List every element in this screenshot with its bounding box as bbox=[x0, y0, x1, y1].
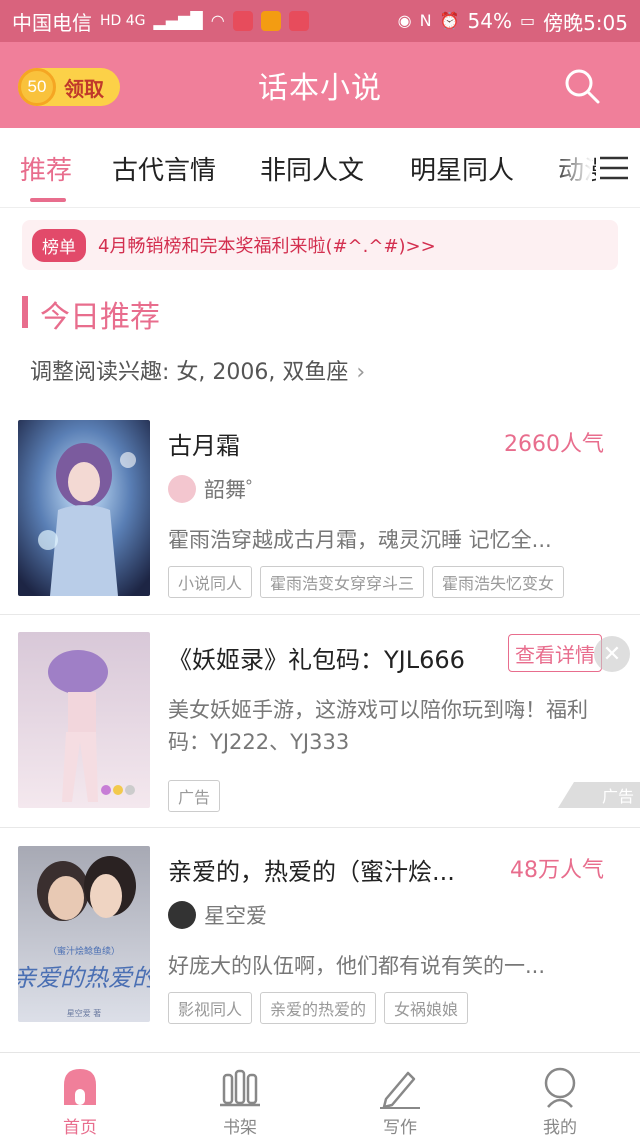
nav-label: 书架 bbox=[223, 1118, 257, 1138]
author-name: 韶舞゜ bbox=[204, 478, 267, 502]
ad-tag: 广告 bbox=[168, 780, 221, 812]
menu-icon[interactable] bbox=[596, 150, 632, 186]
ad-image bbox=[18, 632, 150, 808]
tag[interactable]: 女祸娘娘 bbox=[384, 992, 469, 1024]
notice-text: 4月畅销榜和完本奖福利来啦(#^.^#)>> bbox=[98, 236, 436, 257]
profile-icon bbox=[544, 1067, 576, 1108]
status-bar: 中国电信 HD 4G ▂▄▆█ ◠ ◉ N ⏰ 54% ▭ 傍晚5:05 bbox=[0, 0, 640, 42]
nav-write[interactable]: 写作 bbox=[320, 1053, 480, 1138]
active-tab-indicator bbox=[30, 198, 66, 202]
clock: 傍晚5:05 bbox=[543, 10, 628, 35]
book-cover bbox=[18, 420, 150, 596]
ad-description: 美女妖姬手游，这游戏可以陪你玩到嗨！福利码：YJ222、YJ333 bbox=[168, 698, 588, 754]
reward-button[interactable]: 50 领取 bbox=[18, 68, 120, 106]
tab-recommend[interactable]: 推荐 bbox=[20, 150, 72, 187]
page-title: 话本小说 bbox=[258, 71, 382, 106]
book-tags: 影视同人 亲爱的热爱的 女祸娘娘 bbox=[168, 992, 469, 1024]
search-icon[interactable] bbox=[562, 66, 602, 106]
signal-icon: ▂▄▆█ bbox=[153, 11, 203, 30]
ad-title: 《妖姬录》礼包码：YJL666 bbox=[168, 646, 465, 674]
section-title: 今日推荐 bbox=[40, 300, 160, 335]
book-card[interactable]: （蜜汁烩鲶鱼续） 亲爱的热爱的 星空爱 著 亲爱的，热爱的（蜜汁烩... 48万… bbox=[0, 828, 640, 1038]
bottom-navigation: 首页 书架 写作 我的 bbox=[0, 1052, 640, 1138]
tag[interactable]: 亲爱的热爱的 bbox=[260, 992, 377, 1024]
nav-label: 写作 bbox=[383, 1118, 417, 1138]
cover-author: 星空爱 著 bbox=[67, 1008, 102, 1018]
tabs-fade bbox=[552, 140, 592, 196]
reward-label: 领取 bbox=[64, 76, 104, 101]
book-tags: 小说同人 霍雨浩变女穿穿斗三 霍雨浩失忆变女 bbox=[168, 566, 565, 598]
pen-icon bbox=[380, 1071, 420, 1109]
nav-bookshelf[interactable]: 书架 bbox=[160, 1053, 320, 1138]
interest-text: 调整阅读兴趣: 女, 2006, 双鱼座 bbox=[30, 360, 349, 385]
ranking-notice[interactable]: 榜单 4月畅销榜和完本奖福利来啦(#^.^#)>> bbox=[22, 220, 618, 270]
book-title: 古月霜 bbox=[168, 432, 240, 460]
book-description: 好庞大的队伍啊，他们都有说有笑的一... bbox=[168, 954, 546, 978]
book-cover: （蜜汁烩鲶鱼续） 亲爱的热爱的 星空爱 著 bbox=[18, 846, 150, 1022]
tag[interactable]: 霍雨浩变女穿穿斗三 bbox=[260, 566, 425, 598]
app-notification-icon bbox=[260, 11, 281, 31]
book-description: 霍雨浩穿越成古月霜，魂灵沉睡 记忆全... bbox=[168, 528, 552, 552]
home-icon bbox=[64, 1069, 96, 1105]
network-label: HD 4G bbox=[100, 13, 146, 29]
book-popularity: 2660人气 bbox=[504, 432, 604, 457]
tag[interactable]: 影视同人 bbox=[168, 992, 253, 1024]
alarm-icon: ⏰ bbox=[439, 11, 460, 30]
eye-icon: ◉ bbox=[397, 11, 412, 30]
book-author[interactable]: 星空爱 bbox=[168, 900, 267, 930]
book-author[interactable]: 韶舞゜ bbox=[168, 474, 267, 504]
interest-settings-link[interactable]: 调整阅读兴趣: 女, 2006, 双鱼座 › bbox=[30, 354, 365, 386]
avatar bbox=[168, 901, 196, 929]
nav-home[interactable]: 首页 bbox=[0, 1053, 160, 1138]
nfc-icon: N bbox=[419, 11, 432, 30]
book-card[interactable]: 古月霜 2660人气 韶舞゜ 霍雨浩穿越成古月霜，魂灵沉睡 记忆全... 小说同… bbox=[0, 410, 640, 614]
app-notification-icon bbox=[232, 11, 253, 31]
category-tabs: 推荐 古代言情 非同人文 明星同人 动漫 bbox=[0, 128, 640, 208]
avatar bbox=[168, 475, 196, 503]
tag[interactable]: 小说同人 bbox=[168, 566, 253, 598]
tab-star-fanfic[interactable]: 明星同人 bbox=[410, 150, 514, 187]
book-title: 亲爱的，热爱的（蜜汁烩... bbox=[168, 858, 455, 886]
tag[interactable]: 霍雨浩失忆变女 bbox=[432, 566, 565, 598]
nav-label: 我的 bbox=[543, 1118, 577, 1138]
nav-label: 首页 bbox=[63, 1118, 97, 1138]
tab-original[interactable]: 非同人文 bbox=[260, 150, 364, 187]
app-header: 50 领取 话本小说 bbox=[0, 42, 640, 128]
chevron-right-icon: › bbox=[356, 360, 366, 385]
cover-title: 亲爱的热爱的 bbox=[18, 964, 150, 992]
view-details-button[interactable]: 查看详情 bbox=[508, 634, 602, 672]
nav-profile[interactable]: 我的 bbox=[480, 1053, 640, 1138]
coin-icon: 50 bbox=[18, 68, 56, 106]
section-marker bbox=[22, 296, 28, 328]
bookshelf-icon bbox=[220, 1069, 260, 1107]
book-popularity: 48万人气 bbox=[510, 858, 604, 883]
close-icon[interactable]: ✕ bbox=[594, 636, 630, 672]
cover-subtitle: （蜜汁烩鲶鱼续） bbox=[48, 945, 120, 957]
battery-percent: 54% bbox=[467, 9, 512, 33]
app-notification-icon bbox=[288, 11, 309, 31]
battery-icon: ▭ bbox=[519, 11, 536, 30]
ranking-badge: 榜单 bbox=[32, 228, 86, 262]
carrier-label: 中国电信 bbox=[12, 10, 92, 35]
wifi-icon: ◠ bbox=[210, 11, 225, 30]
tab-ancient-romance[interactable]: 古代言情 bbox=[112, 150, 216, 187]
author-name: 星空爱 bbox=[204, 904, 267, 928]
